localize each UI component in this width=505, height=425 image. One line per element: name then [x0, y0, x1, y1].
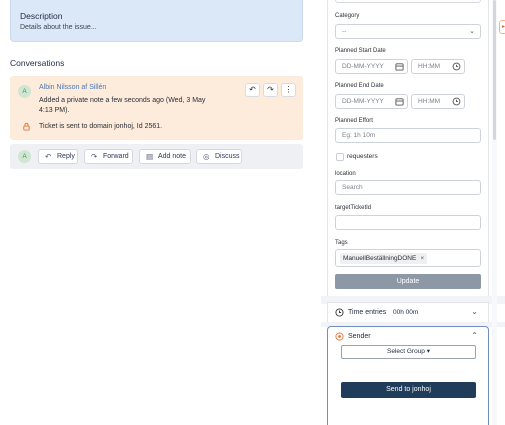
planned-end-time-input[interactable]: HH:MM — [411, 94, 465, 109]
date-placeholder: DD-MM-YYYY — [342, 63, 384, 70]
clock-icon[interactable] — [452, 62, 461, 71]
planned-end-date-input[interactable]: DD-MM-YYYY — [335, 94, 408, 109]
description-placeholder[interactable]: Details about the issue... — [20, 24, 97, 31]
forward-label: Forward — [103, 153, 129, 160]
target-ticket-input[interactable] — [335, 215, 481, 230]
add-note-button[interactable]: ▤ Add note — [139, 149, 191, 164]
planned-effort-input[interactable]: Eg: 1h 10m — [335, 128, 481, 143]
planned-start-time-input[interactable]: HH:MM — [411, 59, 465, 74]
forward-button[interactable]: ↷ Forward — [84, 149, 133, 164]
sender-section: Sender ⌃ Select Group ▾ Send to jonhoj — [327, 326, 489, 425]
description-card[interactable]: Description Details about the issue... — [10, 0, 303, 42]
category-select[interactable]: -- ⌄ — [335, 24, 481, 39]
location-search-input[interactable]: Search — [335, 180, 481, 195]
location-label: location — [335, 171, 356, 177]
avatar: A — [18, 85, 31, 98]
forward-icon[interactable]: ↷ — [263, 83, 278, 97]
reply-action-bar: A ↶ Reply ↷ Forward ▤ Add note ◎ Discuss — [10, 144, 303, 169]
sender-title: Sender — [348, 333, 371, 340]
calendar-icon[interactable] — [395, 62, 404, 71]
caret-down-icon: ▾ — [426, 348, 430, 355]
location-placeholder: Search — [342, 184, 363, 191]
reply-label: Reply — [57, 153, 75, 160]
discuss-label: Discuss — [215, 153, 240, 160]
discuss-icon: ◎ — [203, 152, 210, 161]
scrollbar-thumb[interactable] — [493, 0, 496, 140]
time-entries-section[interactable]: Time entries 00h 00m ⌄ — [327, 302, 489, 323]
planned-effort-label: Planned Effort — [335, 118, 373, 124]
forward-icon: ↷ — [91, 152, 98, 161]
planned-end-label: Planned End Date — [335, 83, 384, 89]
time-placeholder: HH:MM — [418, 98, 441, 105]
reply-icon[interactable]: ↶ — [245, 83, 260, 97]
category-label: Category — [335, 13, 360, 19]
target-ticket-label: targetTicketId — [335, 205, 372, 211]
author-link[interactable]: Albin Nilsson af Sillén — [39, 84, 106, 91]
lock-icon — [23, 122, 30, 131]
domain-message: Ticket is sent to domain jonhoj, Id 2561… — [39, 123, 163, 130]
close-icon[interactable]: × — [420, 255, 424, 262]
clock-icon[interactable] — [452, 97, 461, 106]
discuss-button[interactable]: ◎ Discuss — [196, 149, 242, 164]
tag-chip: ManuellBeställningDONE × — [340, 253, 428, 264]
category-value: -- — [342, 28, 347, 35]
time-placeholder: HH:MM — [418, 63, 441, 70]
add-note-label: Add note — [158, 153, 187, 160]
requesters-checkbox[interactable] — [336, 153, 344, 161]
conversations-heading: Conversations — [10, 58, 65, 68]
select-group-label: Select Group — [386, 348, 425, 355]
note-icon: ▤ — [146, 152, 154, 161]
clock-icon — [335, 308, 344, 317]
calendar-icon[interactable] — [395, 97, 404, 106]
tags-label: Tags — [335, 240, 348, 246]
previous-field-input[interactable] — [335, 0, 481, 3]
time-entries-value: 00h 00m — [393, 309, 419, 316]
chevron-down-icon[interactable]: ⌄ — [471, 307, 478, 316]
date-placeholder: DD-MM-YYYY — [342, 98, 384, 105]
select-group-dropdown[interactable]: Select Group ▾ — [341, 345, 476, 359]
time-entries-title: Time entries — [348, 309, 387, 316]
tag-label: ManuellBeställningDONE — [343, 255, 417, 262]
main-panel: Description Details about the issue... C… — [0, 0, 320, 425]
conversation-entry: A Albin Nilsson af Sillén Added a privat… — [10, 76, 303, 140]
chevron-down-icon: ⌄ — [469, 28, 475, 35]
avatar: A — [18, 150, 31, 163]
planned-effort-placeholder: Eg: 1h 10m — [342, 132, 376, 139]
more-vertical-icon[interactable]: ⋮ — [281, 83, 296, 97]
planned-start-date-input[interactable]: DD-MM-YYYY — [335, 59, 408, 74]
chevron-up-icon[interactable]: ⌃ — [471, 331, 478, 340]
reply-icon: ↶ — [45, 152, 52, 161]
requesters-label: requesters — [347, 153, 378, 160]
planned-start-label: Planned Start Date — [335, 48, 386, 54]
description-title: Description — [20, 11, 63, 21]
note-text: Added a private note a few seconds ago (… — [39, 97, 206, 114]
send-to-domain-button[interactable]: Send to jonhoj — [341, 382, 476, 398]
side-tab-icon[interactable]: ▸ — [499, 20, 505, 34]
update-button[interactable]: Update — [335, 274, 481, 289]
reply-button[interactable]: ↶ Reply — [38, 149, 78, 164]
sender-icon — [335, 332, 344, 341]
